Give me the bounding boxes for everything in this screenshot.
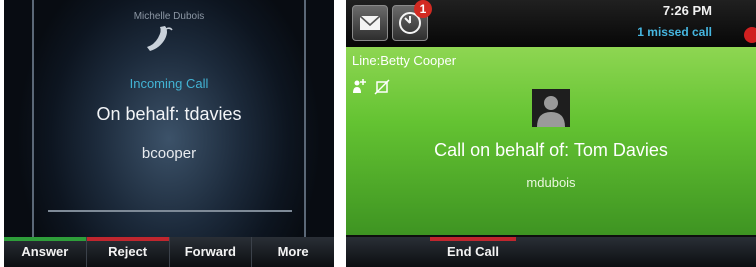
- forward-button[interactable]: Forward: [170, 237, 253, 267]
- envelope-icon: [359, 15, 381, 30]
- forward-label: Forward: [184, 244, 237, 259]
- messages-button[interactable]: [352, 5, 388, 41]
- answer-label: Answer: [21, 244, 69, 259]
- answer-button[interactable]: Answer: [4, 237, 87, 267]
- more-button[interactable]: More: [252, 237, 334, 267]
- handset-icon: [147, 26, 173, 51]
- contact-avatar: [532, 89, 570, 127]
- more-label: More: [277, 244, 309, 259]
- softkey-bar: End Call: [346, 237, 756, 267]
- shared-line-icon: [353, 79, 366, 93]
- callee-name: bcooper: [141, 145, 197, 162]
- end-call-accent-bar: [430, 237, 516, 241]
- divider: [48, 210, 292, 212]
- callee-name: mdubois: [526, 175, 576, 190]
- incoming-call-screen: Michelle Dubois Incoming Call On behalf:…: [4, 0, 334, 267]
- reject-button[interactable]: Reject: [86, 237, 170, 267]
- line-label: Line:Betty Cooper: [352, 53, 457, 68]
- call-icons: [352, 79, 390, 95]
- end-call-button[interactable]: End Call: [430, 237, 516, 267]
- missed-call-notice[interactable]: 1 missed call: [637, 25, 712, 39]
- status-bar: 1 7:26 PM 1 missed call: [346, 0, 756, 47]
- call-status: Incoming Call: [129, 76, 209, 91]
- softkey-bar: Answer Reject Forward More: [4, 237, 334, 267]
- call-panel: Line:Betty Cooper Call on behalf of: Tom…: [346, 47, 756, 235]
- answer-accent-bar: [4, 237, 86, 241]
- caller-name: Michelle Dubois: [133, 11, 205, 22]
- on-behalf-label: On behalf: tdavies: [96, 104, 242, 124]
- missed-count-badge: 1: [414, 0, 432, 18]
- person-icon: [537, 96, 565, 127]
- end-call-label: End Call: [446, 244, 499, 259]
- reject-label: Reject: [108, 244, 148, 259]
- clock-time: 7:26 PM: [662, 3, 712, 18]
- call-on-behalf-label: Call on behalf of: Tom Davies: [434, 140, 668, 160]
- alert-icon: [744, 27, 756, 43]
- active-call-screen: 1 7:26 PM 1 missed call Line:Betty Coope…: [346, 0, 756, 267]
- muted-handset-icon: [374, 79, 390, 95]
- reject-accent-bar: [86, 237, 169, 241]
